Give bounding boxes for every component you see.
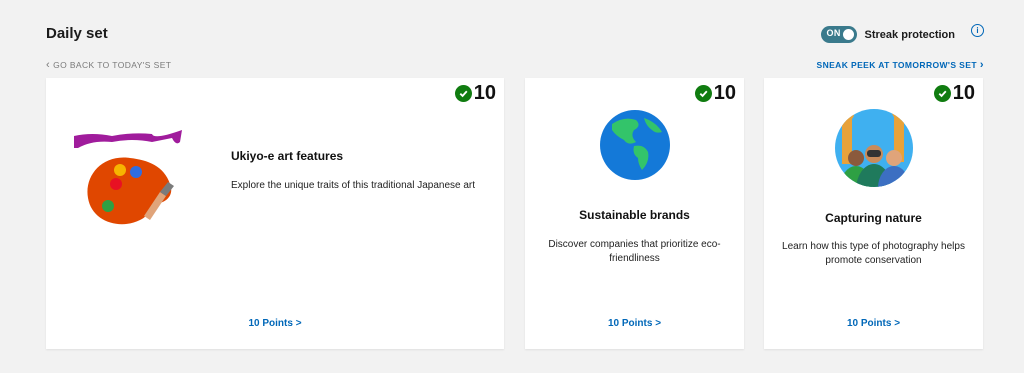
points-value: 10 — [473, 82, 496, 104]
points-badge: 10 — [694, 82, 736, 105]
check-icon — [454, 85, 472, 102]
daily-set-page: Daily set ON Streak protection i ‹ GO BA… — [0, 0, 1024, 373]
toggle-state-label: ON — [826, 28, 841, 38]
points-badge: 10 — [454, 82, 496, 105]
activity-card-capturing-nature[interactable]: 10 Capturing nature Learn how this type … — [764, 78, 983, 349]
streak-toggle[interactable]: ON — [820, 26, 857, 43]
points-link[interactable]: 10 Points > — [764, 318, 983, 329]
points-value: 10 — [952, 82, 975, 104]
card-title: Capturing nature — [825, 211, 922, 225]
globe-icon — [598, 108, 672, 187]
back-to-today-link[interactable]: ‹ GO BACK TO TODAY'S SET — [46, 59, 172, 71]
info-icon[interactable]: i — [971, 24, 984, 37]
card-title: Ukiyo-e art features — [231, 149, 344, 163]
points-link[interactable]: 10 Points > — [46, 318, 504, 329]
check-icon — [694, 85, 712, 102]
check-icon — [933, 85, 951, 102]
points-badge: 10 — [933, 82, 975, 105]
chevron-left-icon: ‹ — [46, 59, 51, 71]
card-description: Discover companies that prioritize eco-f… — [548, 239, 721, 264]
chevron-right-icon: › — [979, 59, 984, 71]
sneak-peek-link[interactable]: SNEAK PEEK AT TOMORROW'S SET › — [816, 59, 985, 71]
card-description: Learn how this type of photography helps… — [782, 241, 965, 266]
back-to-today-label: GO BACK TO TODAY'S SET — [53, 60, 172, 70]
streak-protection: ON Streak protection i — [820, 24, 984, 43]
activity-card-ukiyo-e[interactable]: 10 Ukiyo-e art features Explore the uniq… — [46, 78, 504, 349]
points-value: 10 — [713, 82, 736, 104]
card-description: Explore the unique traits of this tradit… — [231, 180, 476, 191]
page-title: Daily set — [46, 25, 108, 42]
toggle-knob — [842, 29, 854, 40]
wildlife-photographers-icon — [834, 108, 914, 193]
sneak-peek-label: SNEAK PEEK AT TOMORROW'S SET — [816, 60, 977, 70]
points-link[interactable]: 10 Points > — [525, 318, 744, 329]
streak-protection-label: Streak protection — [864, 28, 955, 41]
paint-palette-icon — [72, 130, 182, 230]
activity-card-sustainable-brands[interactable]: 10 Sustainable brands Discover companies… — [525, 78, 744, 349]
card-title: Sustainable brands — [579, 208, 690, 222]
